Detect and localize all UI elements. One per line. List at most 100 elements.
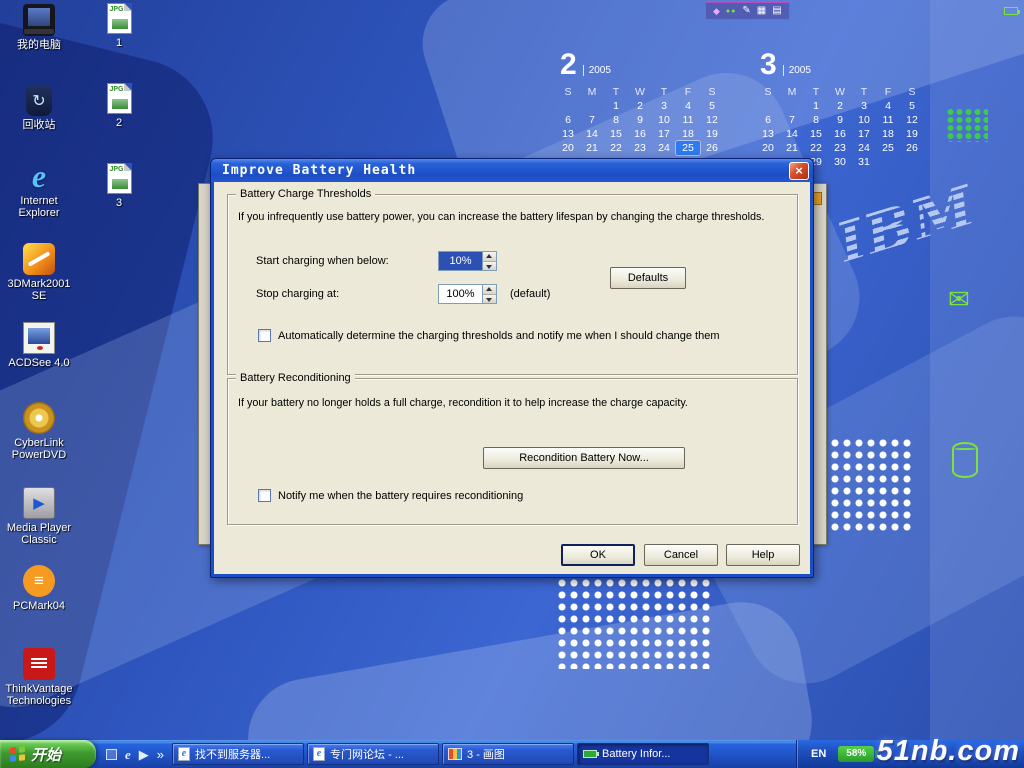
task-paint[interactable]: 3 - 画图 (442, 743, 574, 765)
calendar-cell: 26 (900, 141, 924, 155)
calendar-cell: T (604, 85, 628, 99)
desktop-icon-powerdvd[interactable]: CyberLink PowerDVD (4, 402, 74, 461)
calendar-cell: 17 (652, 127, 676, 141)
calendar-cell: S (900, 85, 924, 99)
spin-up-icon[interactable] (483, 252, 496, 262)
start-button[interactable]: 开始 (0, 740, 96, 768)
desktop-icon-recycle-bin[interactable]: ↻ 回收站 (4, 84, 74, 131)
thinkvantage-icon (23, 648, 55, 680)
calendar-cell (876, 155, 900, 169)
task-ie-server-not-found[interactable]: e 找不到服务器... (172, 743, 304, 765)
close-button[interactable]: × (789, 162, 809, 180)
calendar-cell: 11 (876, 113, 900, 127)
auto-determine-checkbox[interactable]: Automatically determine the charging thr… (258, 329, 719, 342)
start-threshold-spinner[interactable] (482, 251, 497, 271)
task-label: 3 - 画图 (467, 746, 505, 762)
dot-grid-decoration (556, 577, 713, 669)
start-threshold-input[interactable]: 10% (438, 251, 482, 271)
desktop-icon-label: 1 (116, 37, 122, 49)
windows-logo-icon (10, 746, 25, 762)
calendar-cell: 10 (652, 113, 676, 127)
calendar-cell: 19 (900, 127, 924, 141)
powerdvd-disc-icon (23, 402, 55, 434)
task-label: Battery Infor... (602, 748, 670, 760)
calendar-cell (780, 99, 804, 113)
stop-threshold-input[interactable]: 100% (438, 284, 482, 304)
calendar-cell: 14 (580, 127, 604, 141)
thresholds-description: If you infrequently use battery power, y… (238, 211, 764, 223)
calendar-cell: T (652, 85, 676, 99)
start-charging-label: Start charging when below: (256, 255, 389, 267)
spin-up-icon[interactable] (483, 285, 496, 295)
spin-down-icon[interactable] (483, 262, 496, 271)
calendar-cell: 15 (604, 127, 628, 141)
calendar-cell: S (700, 85, 724, 99)
ie-quicklaunch-icon[interactable]: e (125, 748, 131, 761)
calendar-cell: 20 (756, 141, 780, 155)
language-indicator[interactable]: EN (811, 748, 826, 760)
desktop-icon-label: 2 (116, 117, 122, 129)
desktop-icon-internet-explorer[interactable]: e Internet Explorer (4, 160, 74, 219)
reconditioning-description: If your battery no longer holds a full c… (238, 397, 688, 409)
cancel-button[interactable]: Cancel (644, 544, 718, 566)
chevron-more-icon[interactable]: » (157, 747, 164, 762)
calendar-cell: 12 (700, 113, 724, 127)
show-desktop-icon[interactable] (106, 749, 117, 760)
calendar-cell: 5 (700, 99, 724, 113)
calendar-cell: F (876, 85, 900, 99)
desktop-icon-3dmark2001[interactable]: 3DMark2001 SE (4, 243, 74, 302)
calendar-cell: 14 (780, 127, 804, 141)
paint-icon (448, 748, 462, 760)
database-cylinder-icon (952, 442, 978, 478)
task-battery-information[interactable]: Battery Infor... (577, 743, 709, 765)
calendar-month: 3 (760, 52, 777, 78)
notify-reconditioning-checkbox[interactable]: Notify me when the battery requires reco… (258, 489, 523, 502)
calendar-cell: 2 (828, 99, 852, 113)
calendar-year: 2005 (583, 65, 611, 76)
media-player-quicklaunch-icon[interactable]: ▶ (139, 748, 149, 761)
desktop-icon-jpg-3[interactable]: JPG 3 (84, 162, 154, 209)
calendar-cell: 4 (676, 99, 700, 113)
jpg-badge: JPG (110, 166, 124, 173)
desktop-icon-label: PCMark04 (13, 600, 65, 612)
calendar-cell: 12 (900, 113, 924, 127)
defaults-button[interactable]: Defaults (610, 267, 686, 289)
calendar-cell: 24 (852, 141, 876, 155)
desktop-icon-acdsee[interactable]: ACDSee 4.0 (4, 322, 74, 369)
calendar-cell (580, 99, 604, 113)
desktop-icon-my-computer[interactable]: 我的电脑 (4, 4, 74, 51)
calendar-cell: 25 (676, 141, 700, 155)
desktop-icon-thinkvantage[interactable]: ThinkVantage Technologies (4, 648, 74, 707)
battery-icon (583, 750, 597, 758)
dialog-titlebar[interactable]: Improve Battery Health × (211, 159, 813, 182)
task-buttons: e 找不到服务器... e 专门网论坛 - ... 3 - 画图 Battery… (172, 743, 709, 765)
desktop-icon-pcmark04[interactable]: ≡ PCMark04 (4, 565, 74, 612)
group-title: Battery Reconditioning (236, 372, 355, 384)
default-note: (default) (510, 288, 550, 300)
ie-page-icon: e (313, 747, 325, 761)
spin-down-icon[interactable] (483, 295, 496, 304)
start-threshold-spinbox: 10% (438, 251, 497, 271)
desktop-icon-jpg-1[interactable]: JPG 1 (84, 2, 154, 49)
battery-charge-thresholds-group: Battery Charge Thresholds If you infrequ… (227, 194, 798, 375)
recondition-battery-button[interactable]: Recondition Battery Now... (483, 447, 685, 469)
taskbar: 开始 e ▶ » e 找不到服务器... e 专门网论坛 - ... 3 - 画… (0, 740, 1024, 768)
jpg-file-icon: JPG (107, 83, 132, 114)
battery-tray-indicator[interactable]: 58% (838, 746, 874, 762)
ok-button[interactable]: OK (561, 544, 635, 566)
diamond-icon: ◆ (713, 7, 720, 16)
calendar-cell: M (780, 85, 804, 99)
help-button[interactable]: Help (726, 544, 800, 566)
calendar-cell: 22 (604, 141, 628, 155)
calendar-cell: 26 (700, 141, 724, 155)
task-ie-forum[interactable]: e 专门网论坛 - ... (307, 743, 439, 765)
desktop-icon-jpg-2[interactable]: JPG 2 (84, 82, 154, 129)
stop-threshold-spinner[interactable] (482, 284, 497, 304)
desktop-icon-media-player-classic[interactable]: ▶ Media Player Classic (4, 487, 74, 546)
calendar-march: 3 2005 SMTWTFS12345678910111213141516171… (756, 52, 928, 169)
calendar-cell: 7 (780, 113, 804, 127)
ie-page-icon: e (178, 747, 190, 761)
calendar-cell: 11 (676, 113, 700, 127)
3dmark-icon (23, 243, 55, 275)
recycle-bin-icon: ↻ (26, 86, 52, 116)
